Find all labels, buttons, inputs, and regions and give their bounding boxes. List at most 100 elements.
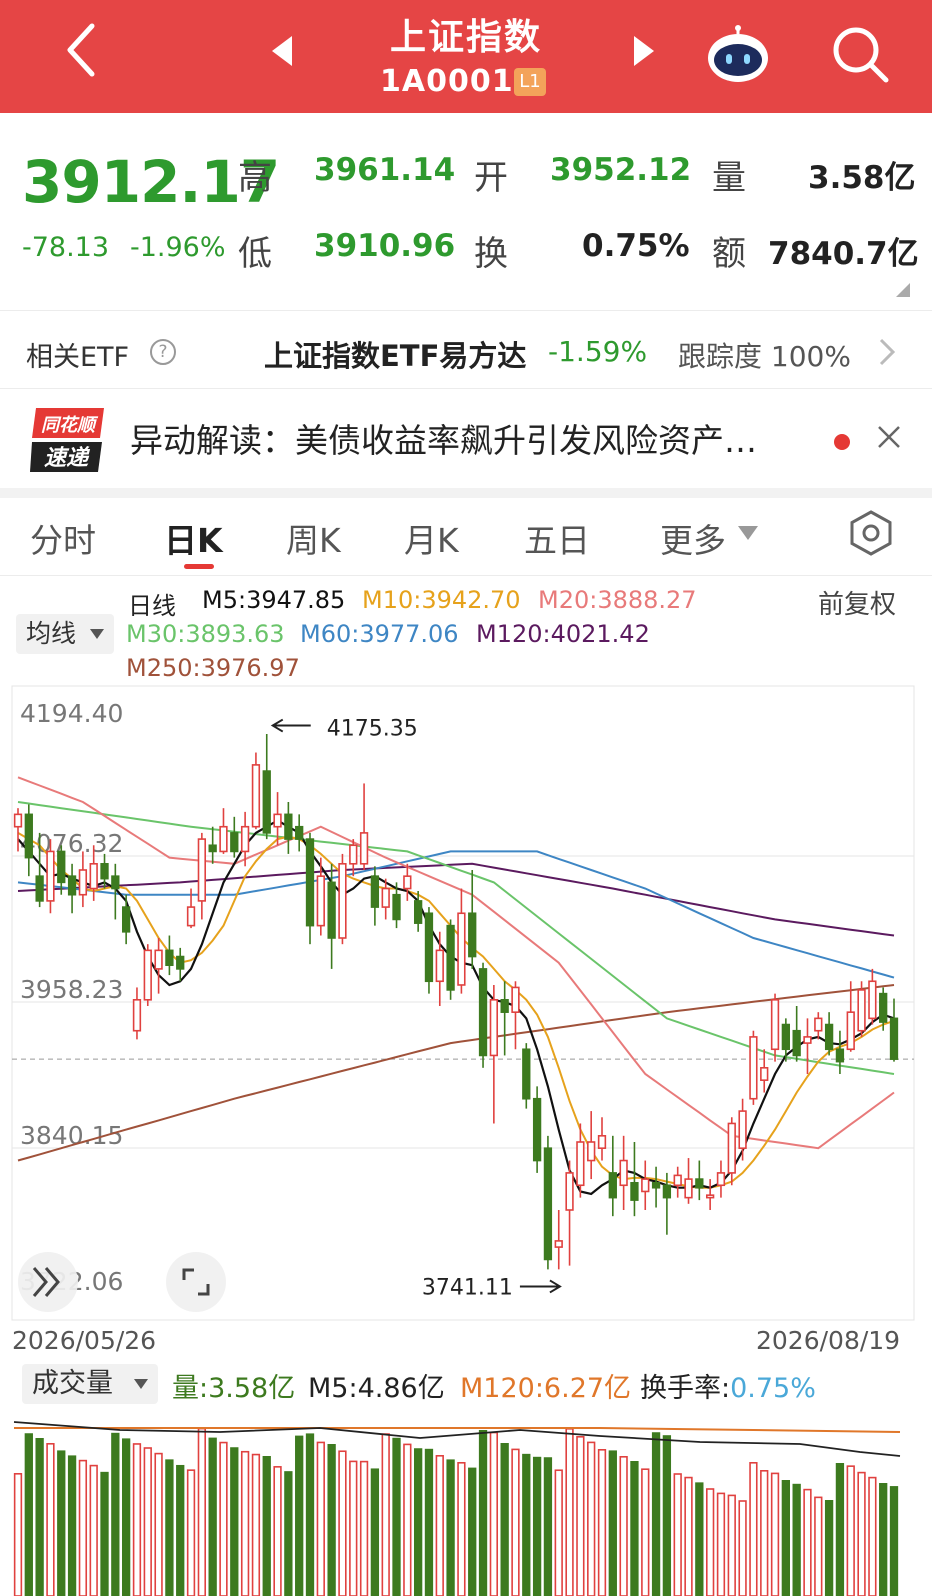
- volume-chart: [13, 1421, 901, 1596]
- candle-up: [803, 1036, 812, 1044]
- candle-up: [219, 825, 228, 853]
- ma-dropdown-label: 均线: [26, 619, 77, 648]
- ma5-value: M5:3947.85: [202, 586, 346, 614]
- settings-icon[interactable]: [848, 510, 894, 556]
- stock-code: 1A0001: [380, 64, 514, 99]
- volume-bar-down: [424, 1448, 434, 1596]
- candle-down: [284, 813, 293, 840]
- ma-dropdown[interactable]: 均线: [16, 614, 114, 654]
- price-change-percent: -1.96%: [130, 232, 226, 263]
- dropdown-caret-icon: [134, 1379, 148, 1389]
- open-label: 开: [474, 158, 508, 198]
- volume-bar-up: [359, 1460, 369, 1596]
- candle-down: [889, 1017, 899, 1060]
- ma120-line: [17, 862, 895, 937]
- candle-up: [78, 869, 88, 896]
- volume-bar-down: [630, 1460, 639, 1596]
- track-value: 100%: [770, 340, 851, 373]
- volume-bar-up: [219, 1441, 228, 1596]
- k-line-chart[interactable]: 4194.404076.323958.233840.153722.064175.…: [0, 680, 932, 1360]
- dropdown-caret-icon: [90, 629, 104, 639]
- expand-corner-icon[interactable]: [896, 283, 910, 297]
- volume-bar-up: [143, 1447, 152, 1596]
- etf-label: 相关ETF: [26, 342, 130, 373]
- tab-monthly-k[interactable]: 月K: [404, 514, 459, 562]
- chart-end-date: 2026/08/19: [756, 1326, 901, 1355]
- candle-up: [13, 813, 23, 828]
- volume-bar-down: [305, 1433, 315, 1596]
- tab-more[interactable]: 更多: [660, 514, 726, 562]
- divider: [0, 388, 932, 389]
- candle-up: [381, 887, 390, 908]
- help-icon[interactable]: ?: [150, 339, 176, 365]
- chart-start-date: 2026/05/26: [12, 1326, 157, 1355]
- volume-bar-down: [67, 1455, 77, 1596]
- ma30-line: [17, 801, 895, 1075]
- candle-up: [46, 850, 55, 902]
- candle-up: [716, 1172, 726, 1187]
- volume-bar-down: [608, 1450, 617, 1596]
- robot-assistant-icon[interactable]: [704, 24, 772, 84]
- adjust-mode[interactable]: 前复权: [818, 584, 896, 621]
- volume-bar-up: [738, 1500, 747, 1596]
- etf-name[interactable]: 上证指数ETF易方达: [264, 333, 526, 375]
- volume-bar-up: [338, 1450, 347, 1596]
- tab-intraday[interactable]: 分时: [30, 514, 96, 562]
- candle-up: [857, 989, 866, 1032]
- tab-daily-k[interactable]: 日K: [164, 514, 223, 562]
- open-value: 3952.12: [550, 152, 692, 188]
- volume-bar-down: [165, 1459, 174, 1596]
- candle-up: [349, 844, 358, 865]
- candle-down: [327, 881, 336, 939]
- tab-weekly-k[interactable]: 周K: [286, 514, 341, 562]
- candle-down: [543, 1147, 553, 1261]
- candle-down: [176, 955, 185, 970]
- candle-up: [760, 1067, 769, 1081]
- volume-bar-down: [35, 1437, 44, 1596]
- etf-change: -1.59%: [548, 335, 648, 368]
- volume-bar-down: [176, 1464, 185, 1596]
- svg-text:同花顺: 同花顺: [41, 415, 99, 436]
- next-stock-icon[interactable]: [628, 34, 658, 68]
- volume-dropdown-label: 成交量: [32, 1368, 113, 1399]
- candle-down: [121, 906, 131, 933]
- volume-bar-up: [13, 1473, 23, 1596]
- chevron-right-icon[interactable]: [878, 337, 896, 367]
- low-label: 低: [238, 234, 272, 274]
- volume-indicator-dropdown[interactable]: 成交量: [22, 1364, 158, 1404]
- candle-down: [230, 832, 239, 853]
- y-tick-label: 3958.23: [20, 975, 123, 1004]
- ma250-value: M250:3976.97: [126, 654, 300, 682]
- ma60-value: M60:3977.06: [300, 620, 459, 648]
- search-icon[interactable]: [828, 22, 894, 88]
- volume-bar-up: [511, 1448, 520, 1596]
- tonghuashun-logo-icon: 同花顺 速递: [30, 408, 104, 472]
- candle-up: [89, 863, 98, 890]
- candle-down: [879, 992, 888, 1023]
- candle-up: [186, 906, 196, 927]
- news-headline[interactable]: 异动解读：美债收益率飙升引发风险资产…: [130, 414, 757, 462]
- related-etf-row[interactable]: 相关ETF ? 上证指数ETF易方达 -1.59% 跟踪度 100%: [0, 315, 932, 387]
- high-value: 3961.14: [314, 152, 456, 188]
- candle-down: [111, 875, 120, 890]
- turnover-value: 0.75%: [582, 228, 690, 264]
- candle-down: [446, 924, 455, 991]
- volume-bar-down: [57, 1450, 66, 1596]
- volume-bar-down: [111, 1432, 120, 1596]
- candle-down: [295, 825, 304, 840]
- candle-up: [154, 949, 163, 970]
- candle-down: [305, 838, 315, 927]
- close-icon[interactable]: [876, 424, 902, 450]
- candle-down: [57, 850, 66, 884]
- collapse-button[interactable]: [18, 1252, 78, 1312]
- fullscreen-button[interactable]: [166, 1252, 226, 1312]
- candle-down: [662, 1184, 672, 1199]
- price-change: -78.13: [22, 232, 110, 263]
- volume-bar-up: [132, 1443, 142, 1596]
- volume-bar-down: [695, 1482, 704, 1596]
- volume-bar-down: [835, 1462, 845, 1596]
- line-type-label: 日线: [128, 592, 176, 620]
- news-row[interactable]: 同花顺 速递 异动解读：美债收益率飙升引发风险资产…: [0, 392, 932, 488]
- candle-up: [727, 1122, 736, 1174]
- tab-five-day[interactable]: 五日: [524, 514, 590, 562]
